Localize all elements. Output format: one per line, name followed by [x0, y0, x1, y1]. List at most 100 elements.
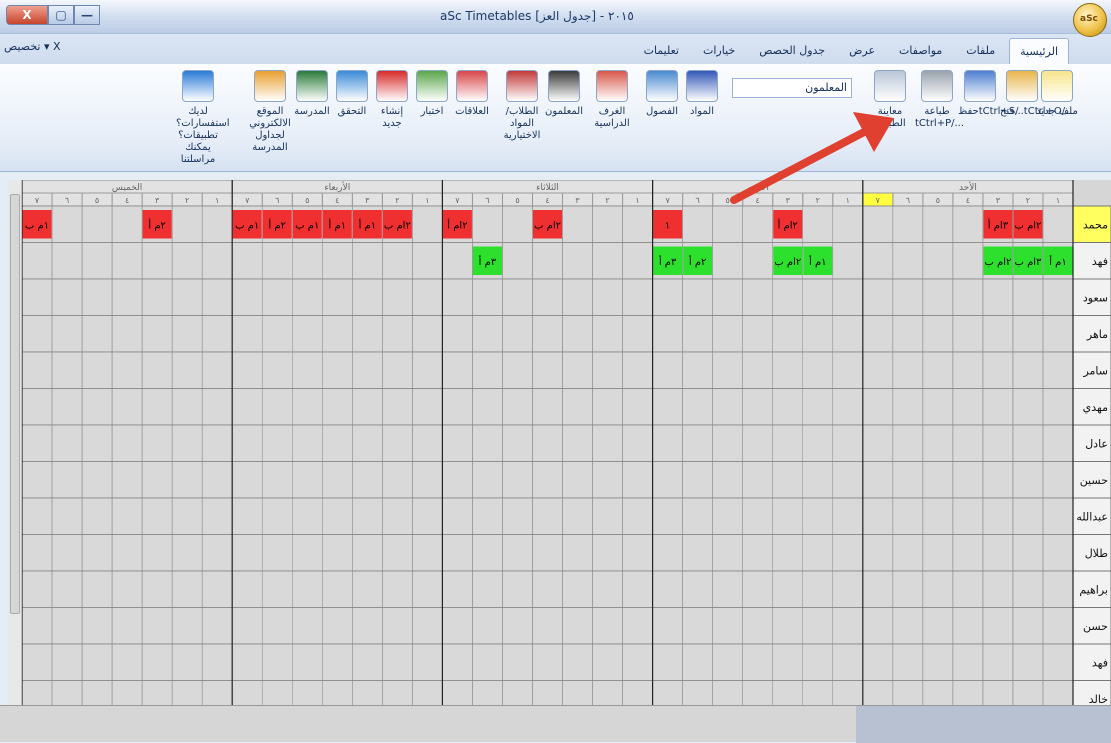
period-label: ٥ — [515, 196, 519, 205]
period-label: ٧ — [245, 196, 250, 205]
period-label: ٧ — [665, 196, 670, 205]
period-label: ٤ — [335, 196, 339, 205]
window-title: aSc Timetables ٢٠١٥ - [جدول العز] — [440, 9, 634, 23]
close-button[interactable]: X — [6, 5, 48, 25]
lesson-label: ٢م أ — [689, 255, 707, 268]
window-controls: X ▢ — — [6, 5, 100, 27]
ribbon: المعلمون ملف جديد فتح...tCtrl+O/حفظtCtrl+… — [0, 64, 1111, 172]
period-label: ١ — [425, 196, 429, 205]
orb-label: aSc — [1080, 14, 1098, 24]
teacher-row — [21, 388, 1111, 426]
lesson-label: ١ — [665, 220, 670, 231]
teacher-name: خالد — [1089, 693, 1108, 706]
period-label: ٧ — [455, 196, 460, 205]
lesson-label: ١م ب — [25, 220, 49, 231]
app-orb-button[interactable]: aSc — [1073, 3, 1107, 37]
test-button[interactable]: اختبار — [410, 70, 454, 118]
open-icon — [1006, 70, 1038, 102]
period-label: ٦ — [275, 196, 279, 205]
lesson-label: ١م أ — [359, 218, 377, 231]
day-label: الثلاثاء — [536, 183, 559, 193]
teacher-select[interactable]: المعلمون — [732, 78, 852, 98]
check-label: التحقق — [337, 106, 367, 117]
lesson-label: ٣م أ — [659, 255, 677, 268]
preview-button[interactable]: معاينة الطباعة — [868, 70, 912, 130]
period-label: ٣ — [786, 196, 791, 205]
help-button[interactable]: لديك استفسارات؟ تطبيقات؟ يمكنك مراسلتنا — [176, 70, 230, 166]
lesson-label: ٢ام أ — [778, 218, 798, 231]
day-label: الأربعاء — [324, 181, 350, 193]
tab-2[interactable]: مواصفات — [889, 38, 952, 66]
period-label: ٦ — [485, 196, 489, 205]
rooms-button[interactable]: الغرف الدراسية — [590, 70, 634, 130]
ribbon-tabs: الرئيسية ملفات مواصفات عرض جدول الحصص خيارات ت… — [634, 38, 1069, 66]
rooms-icon — [596, 70, 628, 102]
day-label: الخميس — [112, 183, 142, 193]
teachers-icon — [548, 70, 580, 102]
teacher-row — [21, 643, 1111, 681]
lesson-label: ٢م أ — [268, 218, 286, 231]
lesson-label: ٢ام ب — [1014, 220, 1041, 231]
save-label: حفظtCtrl+S/ — [958, 106, 1019, 117]
period-label: ٢ — [185, 196, 189, 205]
generate-icon — [376, 70, 408, 102]
teacher-name: حسين — [1080, 474, 1108, 487]
teacher-name: ماهر — [1086, 328, 1108, 341]
teachers-button[interactable]: المعلمون — [542, 70, 586, 118]
tab-4[interactable]: جدول الحصص — [749, 38, 835, 66]
students-button[interactable]: الطلاب/ المواد الاختيارية — [500, 70, 544, 142]
teacher-name: مهدي — [1083, 401, 1108, 414]
relations-label: العلاقات — [455, 106, 489, 117]
restore-button[interactable]: ▢ — [48, 5, 74, 25]
subjects-button[interactable]: المواد — [680, 70, 724, 118]
lesson-label: ٢م أ — [148, 218, 166, 231]
status-bar — [0, 705, 1111, 743]
website-button[interactable]: الموقع الالكتروني لجداول المدرسة — [248, 70, 292, 154]
new-icon — [1041, 70, 1073, 102]
school-icon — [296, 70, 328, 102]
lesson-label: ٢ام أ — [447, 218, 467, 231]
subjects-icon — [686, 70, 718, 102]
tab-1[interactable]: ملفات — [956, 38, 1005, 66]
teachers-label: المعلمون — [544, 106, 584, 117]
print-button[interactable]: طباعة tCtrl+P/... — [915, 70, 965, 130]
period-label: ٦ — [906, 196, 910, 205]
teacher-name: فهد — [1092, 656, 1108, 669]
period-label: ١ — [215, 196, 219, 205]
period-label: ٣ — [155, 196, 160, 205]
vertical-scrollbar[interactable] — [8, 180, 22, 725]
period-label: ٤ — [756, 196, 760, 205]
period-label: ١ — [1056, 196, 1060, 205]
minimize-button[interactable]: — — [74, 5, 100, 25]
period-label: ٦ — [65, 196, 69, 205]
tab-5[interactable]: خيارات — [693, 38, 745, 66]
help-icon — [182, 70, 214, 102]
preview-icon — [874, 70, 906, 102]
print-label: طباعة tCtrl+P/... — [915, 106, 965, 129]
classes-button[interactable]: الفصول — [640, 70, 684, 118]
teacher-name: حسن — [1083, 620, 1108, 633]
school-button[interactable]: المدرسة — [290, 70, 334, 118]
relations-button[interactable]: العلاقات — [450, 70, 494, 118]
print-icon — [921, 70, 953, 102]
tab-3[interactable]: عرض — [839, 38, 885, 66]
lesson-label: ٢ام ب — [534, 220, 561, 231]
lesson-label: ٢ام ب — [774, 257, 801, 268]
subjects-label: المواد — [689, 106, 714, 117]
save-button[interactable]: حفظtCtrl+S/ — [958, 70, 1019, 118]
check-button[interactable]: التحقق — [330, 70, 374, 118]
relations-icon — [456, 70, 488, 102]
students-label: الطلاب/ المواد الاختيارية — [503, 106, 541, 141]
lesson-label: ٢ام ب — [984, 257, 1011, 268]
period-label: ٤ — [966, 196, 970, 205]
test-icon — [416, 70, 448, 102]
lesson-label: ١م ب — [235, 220, 259, 231]
scroll-thumb[interactable] — [10, 194, 20, 614]
tab-0[interactable]: الرئيسية — [1009, 38, 1069, 66]
teacher-name: سعود — [1083, 291, 1108, 304]
generate-button[interactable]: إنشاء جديد — [370, 70, 414, 130]
lesson-label: ٣م أ — [479, 255, 497, 268]
period-label: ٤ — [545, 196, 549, 205]
customize-menu[interactable]: تخصيص ▾ X — [4, 40, 61, 53]
tab-6[interactable]: تعليمات — [634, 38, 689, 66]
